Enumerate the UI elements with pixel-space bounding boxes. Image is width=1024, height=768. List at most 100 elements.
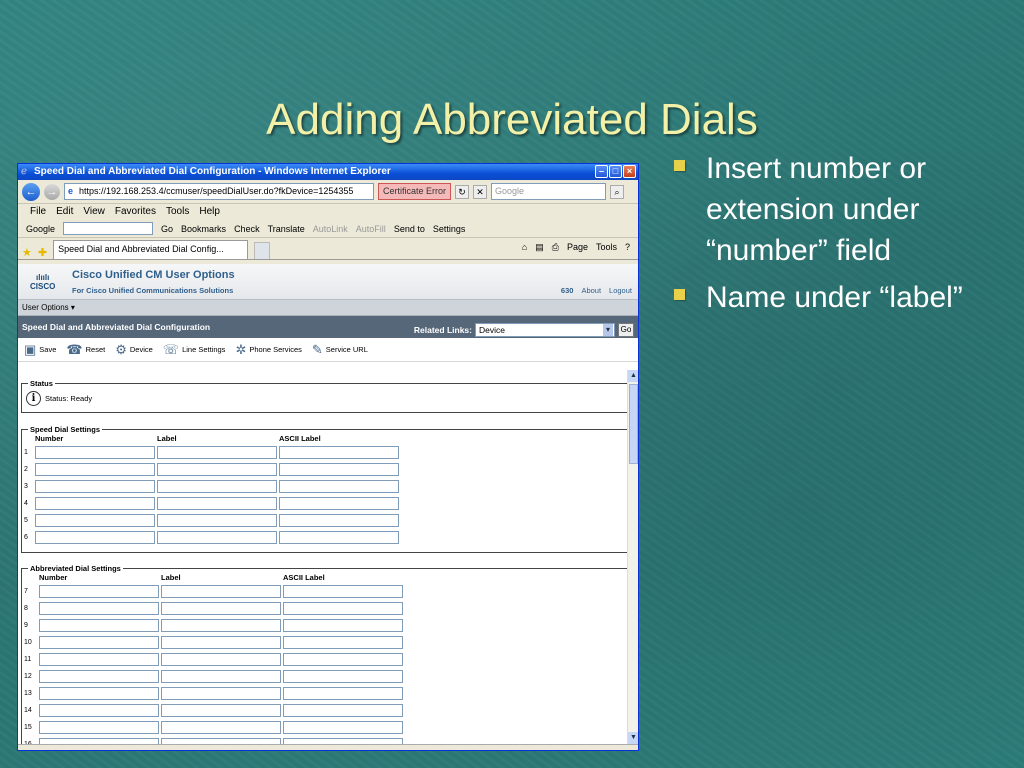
table-row: 12 — [22, 668, 627, 685]
label-field[interactable] — [157, 514, 277, 527]
menu-view[interactable]: View — [83, 204, 105, 220]
ascii-label-field[interactable] — [283, 585, 403, 598]
number-field[interactable] — [35, 446, 155, 459]
related-links-select[interactable]: Device — [475, 323, 615, 337]
help-icon[interactable]: ? — [625, 242, 630, 253]
check-button[interactable]: Check — [234, 224, 260, 234]
number-field[interactable] — [39, 721, 159, 734]
menu-file[interactable]: File — [30, 204, 46, 220]
logout-link[interactable]: Logout — [609, 286, 632, 295]
device-button[interactable]: ⚙ Device — [115, 342, 153, 358]
number-field[interactable] — [35, 463, 155, 476]
reset-button[interactable]: ☎ Reset — [66, 342, 105, 358]
menu-tools[interactable]: Tools — [166, 204, 189, 220]
ascii-label-field[interactable] — [283, 619, 403, 632]
menu-edit[interactable]: Edit — [56, 204, 73, 220]
label-field[interactable] — [157, 531, 277, 544]
service-url-button[interactable]: ✎ Service URL — [312, 342, 368, 358]
add-favorites-icon[interactable]: ✚ — [38, 246, 47, 259]
address-input[interactable]: https://192.168.253.4/ccmuser/speedDialU… — [64, 183, 374, 200]
ascii-label-field[interactable] — [283, 602, 403, 615]
vertical-scrollbar[interactable]: ▲ ▼ — [627, 370, 638, 750]
about-link[interactable]: About — [581, 286, 601, 295]
number-field[interactable] — [39, 636, 159, 649]
scroll-up-icon[interactable]: ▲ — [628, 370, 638, 382]
ascii-label-field[interactable] — [279, 463, 399, 476]
scroll-thumb[interactable] — [629, 384, 638, 464]
number-field[interactable] — [35, 531, 155, 544]
stop-button[interactable]: ✕ — [473, 184, 488, 199]
settings-button[interactable]: Settings — [433, 224, 466, 234]
number-field[interactable] — [39, 585, 159, 598]
user-options-menu[interactable]: User Options ▾ — [18, 300, 638, 316]
number-field[interactable] — [39, 653, 159, 666]
autolink-button[interactable]: AutoLink — [313, 224, 348, 234]
feeds-icon[interactable]: ▤ — [535, 242, 544, 253]
label-field[interactable] — [157, 497, 277, 510]
search-input[interactable]: Google — [491, 183, 607, 200]
related-go-button[interactable]: Go — [618, 323, 634, 337]
page-menu[interactable]: Page — [567, 242, 588, 253]
ascii-label-field[interactable] — [279, 497, 399, 510]
number-field[interactable] — [35, 514, 155, 527]
bookmarks-button[interactable]: Bookmarks — [181, 224, 226, 234]
label-field[interactable] — [161, 704, 281, 717]
search-icon[interactable]: ⌕ — [610, 184, 625, 199]
number-field[interactable] — [35, 480, 155, 493]
phone-services-button[interactable]: ✲ Phone Services — [235, 342, 301, 358]
label-field[interactable] — [161, 636, 281, 649]
menu-favorites[interactable]: Favorites — [115, 204, 156, 220]
number-field[interactable] — [39, 602, 159, 615]
scroll-down-icon[interactable]: ▼ — [628, 732, 638, 744]
forward-button[interactable]: → — [44, 183, 60, 200]
menu-help[interactable]: Help — [199, 204, 220, 220]
number-field[interactable] — [39, 687, 159, 700]
new-tab-button[interactable] — [254, 242, 271, 259]
send-to-button[interactable]: Send to — [394, 224, 425, 234]
minimize-button[interactable]: – — [595, 165, 608, 178]
label-field[interactable] — [161, 585, 281, 598]
ascii-label-field[interactable] — [279, 446, 399, 459]
google-label[interactable]: Google — [26, 224, 55, 234]
home-icon[interactable]: ⌂ — [522, 242, 527, 253]
number-field[interactable] — [35, 497, 155, 510]
label-field[interactable] — [161, 653, 281, 666]
favorites-star-icon[interactable]: ★ — [22, 246, 32, 259]
ascii-label-field[interactable] — [279, 531, 399, 544]
certificate-error-button[interactable]: Certificate Error — [378, 183, 452, 200]
line-settings-button[interactable]: ☏ Line Settings — [163, 342, 226, 358]
google-search-input[interactable] — [63, 222, 154, 235]
tab-speed-dial[interactable]: Speed Dial and Abbreviated Dial Config..… — [53, 240, 249, 259]
label-field[interactable] — [157, 463, 277, 476]
save-button[interactable]: ▣ Save — [24, 342, 56, 358]
ascii-label-field[interactable] — [279, 480, 399, 493]
ascii-label-field[interactable] — [279, 514, 399, 527]
label-field[interactable] — [161, 602, 281, 615]
back-button[interactable]: ← — [22, 182, 40, 201]
label-field[interactable] — [161, 721, 281, 734]
label-field[interactable] — [157, 480, 277, 493]
number-field[interactable] — [39, 670, 159, 683]
label-field[interactable] — [157, 446, 277, 459]
refresh-button[interactable]: ↻ — [455, 184, 470, 199]
close-button[interactable]: × — [623, 165, 636, 178]
ascii-label-field[interactable] — [283, 687, 403, 700]
ascii-label-field[interactable] — [283, 636, 403, 649]
translate-button[interactable]: Translate — [268, 224, 305, 234]
tools-menu[interactable]: Tools — [596, 242, 617, 253]
square-bullet-icon — [674, 160, 685, 171]
label-field[interactable] — [161, 670, 281, 683]
ascii-label-field[interactable] — [283, 704, 403, 717]
maximize-button[interactable]: □ — [609, 165, 622, 178]
column-ascii-label: ASCII Label — [279, 434, 321, 443]
ascii-label-field[interactable] — [283, 670, 403, 683]
label-field[interactable] — [161, 687, 281, 700]
label-field[interactable] — [161, 619, 281, 632]
number-field[interactable] — [39, 619, 159, 632]
autofill-button[interactable]: AutoFill — [356, 224, 386, 234]
print-icon[interactable]: ⎙ — [552, 242, 559, 253]
google-go-button[interactable]: Go — [161, 224, 173, 234]
ascii-label-field[interactable] — [283, 721, 403, 734]
ascii-label-field[interactable] — [283, 653, 403, 666]
number-field[interactable] — [39, 704, 159, 717]
